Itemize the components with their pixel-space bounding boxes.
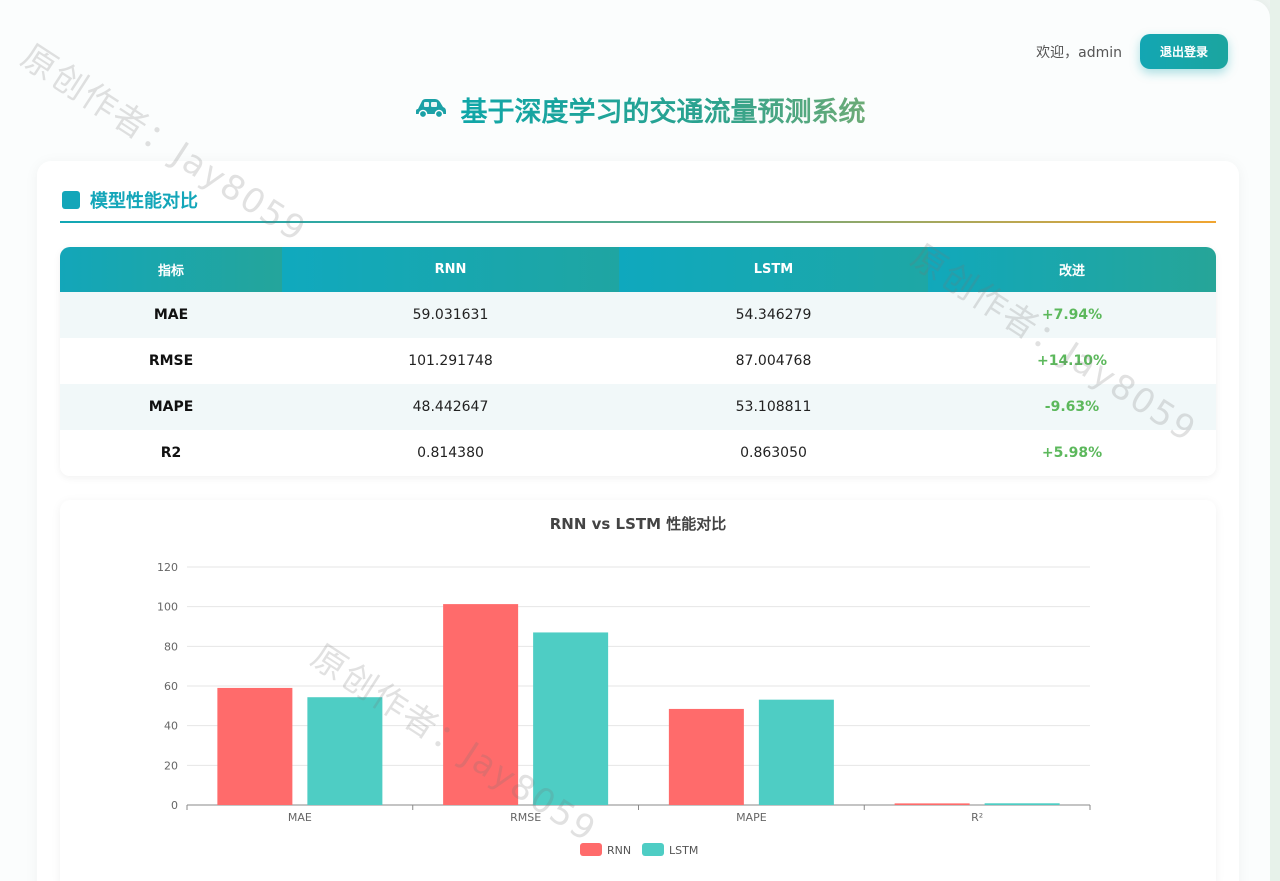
bar-rnn bbox=[443, 604, 519, 805]
lstm-cell: 53.108811 bbox=[619, 384, 928, 430]
welcome-text: 欢迎，admin bbox=[1036, 44, 1122, 61]
table-row: R2 0.814380 0.863050 +5.98% bbox=[60, 430, 1216, 476]
header-rnn: RNN bbox=[282, 247, 619, 292]
y-tick-label: 120 bbox=[157, 561, 178, 574]
comparison-bar-chart: RNN vs LSTM 性能对比 0 20 40 60 80 100 120 MAE RMSE MA… bbox=[157, 515, 1091, 857]
table-row: MAPE 48.442647 53.108811 -9.63% bbox=[60, 384, 1216, 430]
section-square-icon bbox=[62, 191, 80, 209]
rnn-cell: 101.291748 bbox=[282, 338, 619, 384]
metric-cell: MAPE bbox=[60, 384, 282, 430]
rnn-cell: 0.814380 bbox=[282, 430, 619, 476]
x-tick-label: RMSE bbox=[510, 811, 541, 824]
car-icon bbox=[415, 97, 447, 123]
top-bar: 欢迎，admin 退出登录 bbox=[1036, 34, 1228, 69]
model-comparison-card: 模型性能对比 指标 RNN LSTM 改进 MAE 59.031631 54.3… bbox=[37, 161, 1239, 881]
y-tick-label: 20 bbox=[164, 759, 178, 772]
improve-cell: +5.98% bbox=[928, 430, 1216, 476]
y-tick-label: 100 bbox=[157, 601, 178, 614]
table-row: RMSE 101.291748 87.004768 +14.10% bbox=[60, 338, 1216, 384]
bar-rnn bbox=[668, 708, 744, 805]
legend-label-lstm: LSTM bbox=[669, 844, 698, 857]
section-header: 模型性能对比 bbox=[62, 187, 198, 213]
y-tick-label: 80 bbox=[164, 640, 178, 653]
metric-cell: RMSE bbox=[60, 338, 282, 384]
legend-swatch-lstm bbox=[642, 843, 664, 856]
table-header-row: 指标 RNN LSTM 改进 bbox=[60, 247, 1216, 292]
legend-swatch-rnn bbox=[580, 843, 602, 856]
legend-label-rnn: RNN bbox=[607, 844, 631, 857]
y-tick-label: 40 bbox=[164, 720, 178, 733]
bar-rnn bbox=[894, 803, 970, 805]
lstm-cell: 0.863050 bbox=[619, 430, 928, 476]
y-tick-label: 0 bbox=[171, 799, 178, 812]
page-title: 基于深度学习的交通流量预测系统 bbox=[461, 90, 866, 129]
chart-title: RNN vs LSTM 性能对比 bbox=[550, 515, 727, 533]
table-row: MAE 59.031631 54.346279 +7.94% bbox=[60, 292, 1216, 338]
x-tick-label: MAPE bbox=[736, 811, 767, 824]
lstm-cell: 54.346279 bbox=[619, 292, 928, 338]
metrics-table: 指标 RNN LSTM 改进 MAE 59.031631 54.346279 +… bbox=[60, 247, 1216, 476]
page-title-row: 基于深度学习的交通流量预测系统 bbox=[0, 90, 1280, 129]
bar-lstm bbox=[984, 803, 1060, 805]
metric-cell: MAE bbox=[60, 292, 282, 338]
bar-rnn bbox=[217, 687, 293, 805]
lstm-cell: 87.004768 bbox=[619, 338, 928, 384]
bar-lstm bbox=[758, 699, 834, 805]
improve-cell: -9.63% bbox=[928, 384, 1216, 430]
bar-lstm bbox=[533, 632, 609, 805]
rnn-cell: 48.442647 bbox=[282, 384, 619, 430]
metric-cell: R2 bbox=[60, 430, 282, 476]
improve-cell: +7.94% bbox=[928, 292, 1216, 338]
y-tick-label: 60 bbox=[164, 680, 178, 693]
right-edge-strip bbox=[1270, 0, 1280, 881]
header-metric: 指标 bbox=[60, 247, 282, 292]
comparison-chart-card: RNN vs LSTM 性能对比 0 20 40 60 80 100 120 MAE RMSE MA… bbox=[60, 500, 1216, 881]
header-lstm: LSTM bbox=[619, 247, 928, 292]
bar-lstm bbox=[307, 697, 383, 805]
logout-button[interactable]: 退出登录 bbox=[1139, 34, 1228, 69]
improve-cell: +14.10% bbox=[928, 338, 1216, 384]
header-improve: 改进 bbox=[928, 247, 1216, 292]
section-divider bbox=[60, 221, 1216, 223]
section-title: 模型性能对比 bbox=[90, 191, 198, 212]
rnn-cell: 59.031631 bbox=[282, 292, 619, 338]
x-tick-label: R² bbox=[971, 811, 983, 824]
x-tick-label: MAE bbox=[288, 811, 312, 824]
